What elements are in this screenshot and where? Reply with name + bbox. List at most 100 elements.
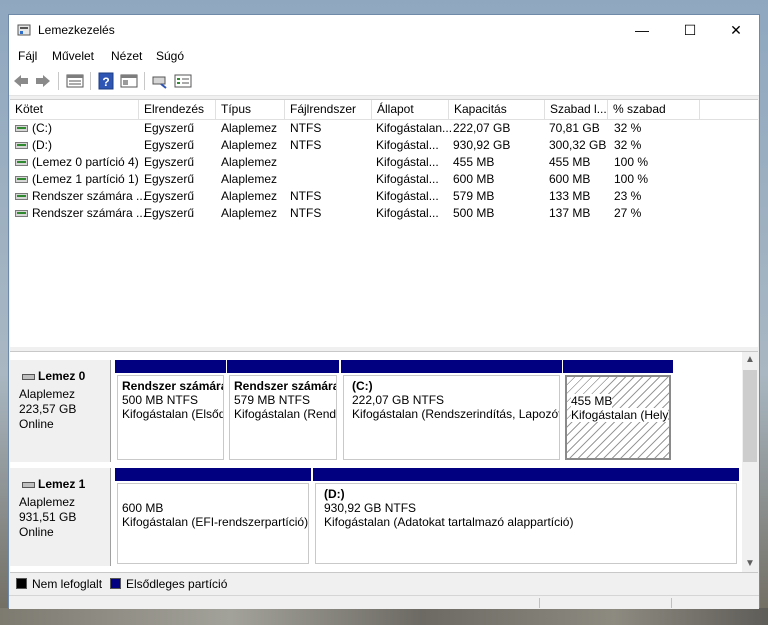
volume-icon (15, 159, 28, 166)
column-header-filesystem[interactable]: Fájlrendszer (285, 100, 372, 119)
partition-status: Kifogástalan (EFI-rendszerpartíció) (122, 515, 309, 529)
volume-row[interactable]: (D:) Egyszerű Alaplemez NTFS Kifogástal... 93… (10, 137, 758, 154)
disk-1-label[interactable]: Lemez 1 Alaplemez 931,51 GB Online (10, 468, 111, 566)
partition-size: 600 MB (122, 501, 164, 515)
partition-details: 600 MB Kifogástalan (EFI-rendszerpartíci… (117, 483, 309, 564)
volume-capacity: 500 MB (453, 206, 495, 220)
volume-free-space: 137 MB (549, 206, 591, 220)
primary-partition-swatch (110, 578, 121, 589)
primary-partition-bar (227, 360, 339, 373)
disk-graphical-view: Lemez 0 Alaplemez 223,57 GB Online Rends… (10, 351, 758, 572)
properties-icon[interactable] (120, 72, 138, 90)
volume-type: Alaplemez (221, 121, 278, 135)
menu-view[interactable]: Nézet (111, 49, 142, 63)
status-bar-separator (671, 598, 672, 608)
rescan-icon[interactable] (151, 72, 169, 90)
volume-layout: Egyszerű (144, 138, 195, 152)
scroll-down-icon[interactable]: ▼ (745, 558, 755, 569)
volume-status: Kifogástal... (376, 138, 439, 152)
volume-icon (15, 193, 28, 200)
settings-icon[interactable] (174, 72, 192, 90)
partition-details: (D:) 930,92 GB NTFS Kifogástalan (Adatok… (315, 483, 737, 564)
volume-filesystem: NTFS (290, 206, 322, 220)
partition-status: Kifogástalan (Rend (234, 407, 337, 421)
partition-status: Kifogástalan (Adatokat tartalmazó alappa… (324, 515, 574, 529)
partition-status: Kifogástalan (Elsődl (122, 407, 224, 421)
svg-text:?: ? (102, 75, 109, 89)
scroll-up-icon[interactable]: ▲ (745, 354, 755, 365)
column-header-volume[interactable]: Kötet (10, 100, 139, 119)
disk-1-partition-d[interactable]: (D:) 930,92 GB NTFS Kifogástalan (Adatok… (313, 468, 739, 566)
partition-status: Kifogástalan (Hely (571, 408, 669, 422)
menu-file[interactable]: Fájl (18, 49, 37, 63)
volume-row[interactable]: (C:) Egyszerű Alaplemez NTFS Kifogástalan...… (10, 120, 758, 137)
menu-action[interactable]: Művelet (52, 49, 94, 63)
disk-0-type: Alaplemez (19, 387, 76, 401)
disk-1-name: Lemez 1 (38, 477, 86, 491)
column-header-type[interactable]: Típus (216, 100, 285, 119)
partition-title (122, 487, 304, 501)
menu-bar: Fájl Művelet Nézet Súgó (9, 45, 759, 67)
volume-icon (15, 142, 28, 149)
column-header-capacity[interactable]: Kapacitás (449, 100, 545, 119)
help-icon[interactable]: ? (97, 72, 115, 90)
toolbar-separator (90, 72, 91, 90)
column-header-status[interactable]: Állapot (372, 100, 449, 119)
volume-type: Alaplemez (221, 172, 278, 186)
close-button[interactable]: ✕ (713, 15, 759, 45)
volume-name: Rendszer számára ... (32, 189, 147, 203)
volume-filesystem: NTFS (290, 189, 322, 203)
volume-capacity: 455 MB (453, 155, 495, 169)
back-arrow-icon[interactable] (12, 72, 30, 90)
volume-status: Kifogástal... (376, 155, 439, 169)
disk-management-app-icon (17, 24, 31, 36)
volume-percent-free: 100 % (614, 155, 649, 169)
minimize-button[interactable]: — (619, 15, 665, 45)
partition-details: 455 MB Kifogástalan (Hely (565, 375, 671, 460)
window-title: Lemezkezelés (38, 23, 115, 37)
disk-0-partition-4-selected[interactable]: 455 MB Kifogástalan (Hely (563, 360, 673, 462)
partition-title (571, 380, 665, 394)
scrollbar-thumb[interactable] (743, 370, 757, 462)
graph-vertical-scrollbar[interactable]: ▲ ▼ (742, 352, 758, 572)
maximize-button[interactable]: ☐ (667, 15, 713, 45)
forward-arrow-icon[interactable] (34, 72, 52, 90)
disk-row-0: Lemez 0 Alaplemez 223,57 GB Online Rends… (10, 360, 742, 462)
disk-0-partition-1[interactable]: Rendszer számára 500 MB NTFS Kifogástala… (115, 360, 226, 462)
volume-status: Kifogástal... (376, 189, 439, 203)
volume-status: Kifogástal... (376, 172, 439, 186)
volume-type: Alaplemez (221, 138, 278, 152)
partition-size: 930,92 GB NTFS (324, 501, 417, 515)
volume-type: Alaplemez (221, 189, 278, 203)
toolbar: ? (9, 67, 759, 96)
volume-row[interactable]: (Lemez 0 partíció 4) Egyszerű Alaplemez Kif… (10, 154, 758, 171)
disk-0-partition-c[interactable]: (C:) 222,07 GB NTFS Kifogástalan (Rendsz… (341, 360, 562, 462)
volume-row[interactable]: (Lemez 1 partíció 1) Egyszerű Alaplemez Kif… (10, 171, 758, 188)
title-bar[interactable]: Lemezkezelés — ☐ ✕ (9, 15, 759, 45)
legend-primary: Elsődleges partíció (126, 577, 228, 591)
column-header-free-space[interactable]: Szabad l... (545, 100, 608, 119)
menu-help[interactable]: Súgó (156, 49, 184, 63)
partition-details: (C:) 222,07 GB NTFS Kifogástalan (Rendsz… (343, 375, 560, 460)
column-header-percent-free[interactable]: % szabad (608, 100, 700, 119)
volume-type: Alaplemez (221, 155, 278, 169)
disk-1-partition-efi[interactable]: 600 MB Kifogástalan (EFI-rendszerpartíci… (115, 468, 311, 566)
disk-1-state: Online (19, 525, 54, 539)
volume-capacity: 930,92 GB (453, 138, 511, 152)
disk-1-size: 931,51 GB (19, 510, 77, 524)
partition-title: Rendszer számára (234, 379, 337, 393)
column-header-layout[interactable]: Elrendezés (139, 100, 216, 119)
unallocated-swatch (16, 578, 27, 589)
partition-size: 579 MB NTFS (234, 393, 311, 407)
disk-0-label[interactable]: Lemez 0 Alaplemez 223,57 GB Online (10, 360, 111, 462)
disk-list-icon[interactable] (66, 72, 84, 90)
disk-0-partition-2[interactable]: Rendszer számára 579 MB NTFS Kifogástala… (227, 360, 339, 462)
volume-list-header: Kötet Elrendezés Típus Fájlrendszer Álla… (10, 100, 758, 120)
primary-partition-bar (313, 468, 739, 481)
volume-row[interactable]: Rendszer számára ... Egyszerű Alaplemez NTF… (10, 205, 758, 222)
volume-list[interactable]: Kötet Elrendezés Típus Fájlrendszer Álla… (10, 99, 758, 347)
toolbar-separator (144, 72, 145, 90)
status-bar-separator (539, 598, 540, 608)
volume-name: Rendszer számára ... (32, 206, 147, 220)
volume-row[interactable]: Rendszer számára ... Egyszerű Alaplemez NTF… (10, 188, 758, 205)
